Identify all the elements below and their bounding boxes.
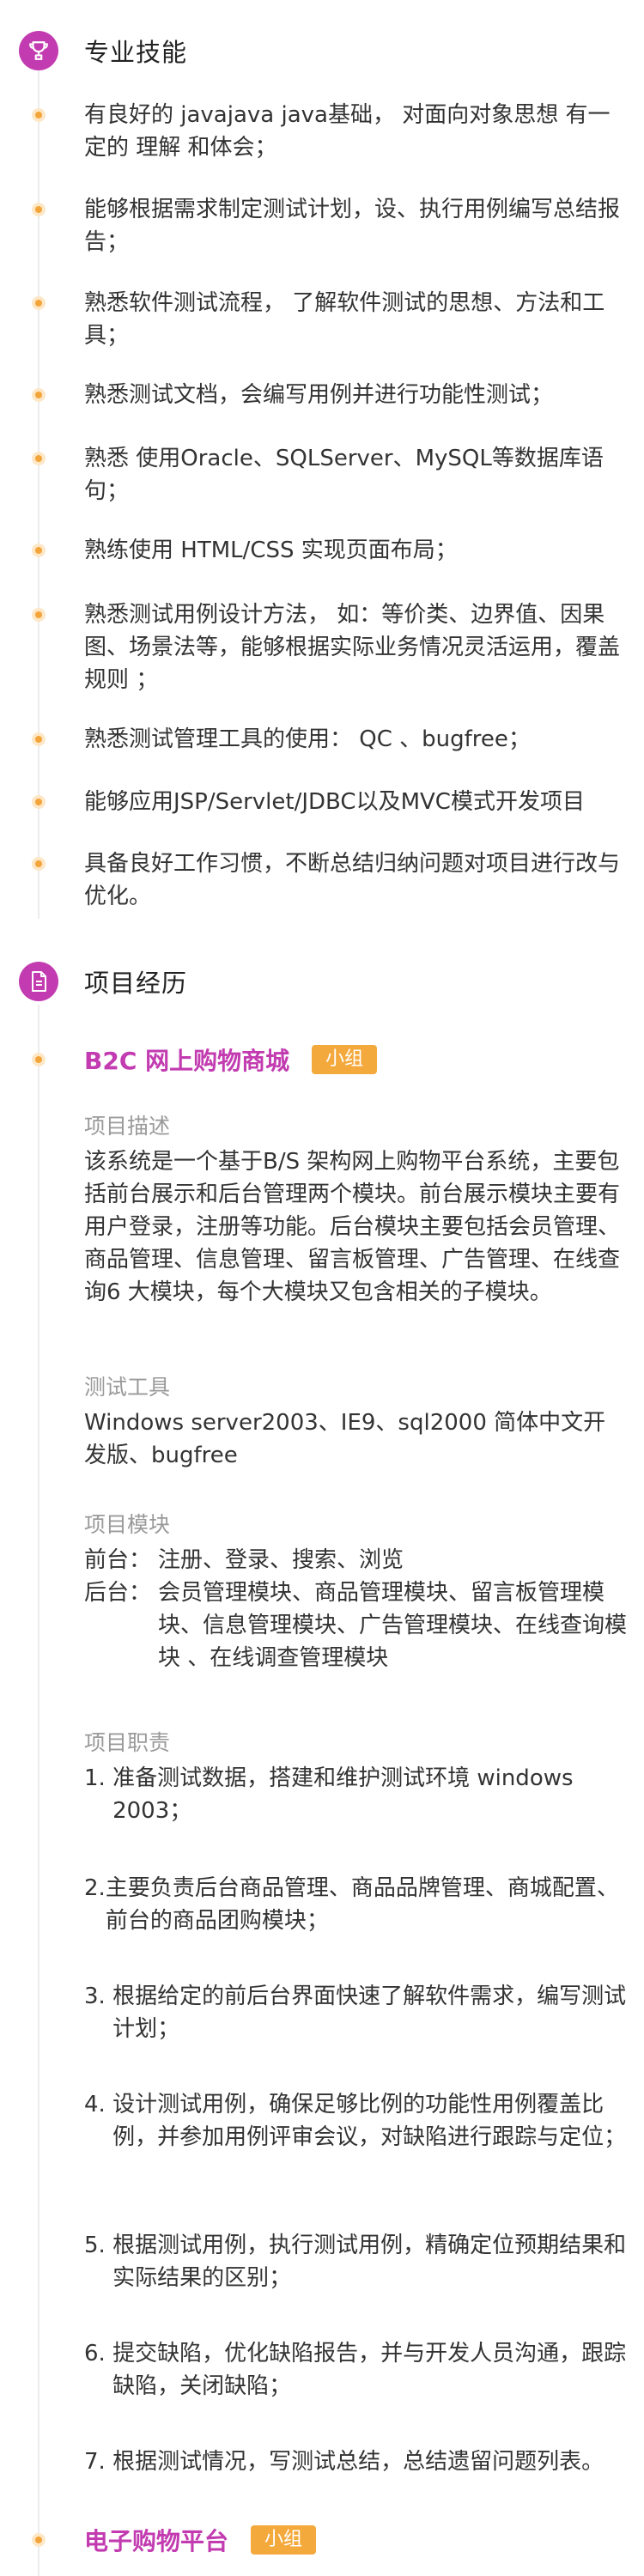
skill-item: 熟悉测试用例设计方法， 如：等价类、边界值、因果图、场景法等，能够根据实际业务情… [84,602,621,693]
duty-number: 5. [84,2233,113,2258]
duty-text: 主要负责后台商品管理、商品品牌管理、商城配置、前台的商品团购模块； [105,1875,619,1934]
timeline-line-projects [38,1005,39,2576]
skill-bullet-dot [32,388,46,402]
duty-text: 准备测试数据，搭建和维护测试环境 windows 2003； [112,1765,574,1824]
skill-bullet-dot [32,296,46,310]
duty-text: 提交缺陷，优化缺陷报告，并与开发人员沟通，跟踪缺陷，关闭缺陷； [112,2341,627,2399]
skill-item: 熟练使用 HTML/CSS 实现页面布局； [84,538,458,563]
project-title: B2C 网上购物商城 [84,1047,290,1075]
skill-item: 有良好的 javajava java基础， 对面向对象思想 有一定的 理解 和体… [84,102,611,161]
duty-item: 2. 主要负责后台商品管理、商品品牌管理、商城配置、前台的商品团购模块； [84,1872,634,1937]
skill-bullet-dot [32,857,46,871]
skill-item: 熟悉测试文档，会编写用例并进行功能性测试； [84,382,554,408]
timeline-line-skills [38,69,39,919]
skill-item: 熟悉软件测试流程， 了解软件测试的思想、方法和工具； [84,290,605,349]
skill-item: 具备良好工作习惯，不断总结归纳问题对项目进行改与优化。 [84,851,621,909]
skill-bullet-dot [32,608,46,622]
duty-text: 根据测试情况，写测试总结，总结遗留问题列表。 [112,2449,605,2475]
project-role-badge: 小组 [251,2525,317,2555]
skill-item: 能够应用JSP/Servlet/JDBC以及MVC模式开发项目 [84,789,585,815]
project-description-label: 项目描述 [84,1114,171,1139]
project-title: 电子购物平台 [84,2527,229,2555]
module-row-frontend: 前台： 注册、登录、搜索、浏览 [84,1544,627,1577]
skill-item: 能够根据需求制定测试计划，设、执行用例编写总结报告； [84,197,621,255]
test-tools-label: 测试工具 [84,1375,171,1400]
duty-number: 3. [84,1984,113,2009]
duty-text: 根据给定的前后台界面快速了解软件需求，编写测试计划； [112,1984,627,2042]
duty-item: 4. 设计测试用例，确保足够比例的功能性用例覆盖比例，并参加用例评审会议，对缺陷… [84,2088,634,2154]
module-key: 前台： [84,1547,152,1573]
projects-section-header: 项目经历 [19,960,187,1003]
resume-page: 专业技能 有良好的 javajava java基础， 对面向对象思想 有一定的 … [0,0,644,2576]
trophy-icon [19,31,58,70]
skill-bullet-dot [32,544,46,557]
duty-item: 6. 提交缺陷，优化缺陷报告，并与开发人员沟通，跟踪缺陷，关闭缺陷； [84,2337,634,2403]
duty-item: 3. 根据给定的前后台界面快速了解软件需求，编写测试计划； [84,1980,634,2045]
project-role-badge: 小组 [312,1045,378,1074]
skills-section-title: 专业技能 [84,38,188,67]
skill-item: 熟悉 使用Oracle、SQLServer、MySQL等数据库语句； [84,446,604,504]
project-header: 电子购物平台 小组 [84,2523,317,2557]
project-bullet-dot [32,1053,46,1066]
module-value: 注册、登录、搜索、浏览 [158,1547,404,1573]
project-bullet-dot [32,2533,46,2547]
duty-number: 2. [84,1875,106,1901]
test-tools: Windows server2003、IE9、sql2000 简体中文开发版、b… [84,1410,606,1468]
module-key: 后台： [84,1580,152,1606]
duty-number: 7. [84,2449,113,2475]
project-modules-label: 项目模块 [84,1512,171,1537]
duty-number: 6. [84,2341,113,2366]
duty-text: 设计测试用例，确保足够比例的功能性用例覆盖比例，并参加用例评审会议，对缺陷进行跟… [112,2092,627,2150]
project-header: B2C 网上购物商城 小组 [84,1042,378,1077]
module-row-backend: 后台： 会员管理模块、商品管理模块、留言板管理模块、信息管理模块、广告管理模块、… [84,1577,627,1674]
duty-text: 根据测试用例，执行测试用例，精确定位预期结果和实际结果的区别； [112,2233,627,2291]
skill-bullet-dot [32,795,46,809]
module-value: 会员管理模块、商品管理模块、留言板管理模块、信息管理模块、广告管理模块、在线查询… [158,1580,628,1671]
skills-section-header: 专业技能 [19,29,187,72]
skill-item: 熟悉测试管理工具的使用： QC 、bugfree； [84,726,531,752]
duty-item: 7. 根据测试情况，写测试总结，总结遗留问题列表。 [84,2445,634,2478]
project-duties-label: 项目职责 [84,1730,171,1755]
skill-bullet-dot [32,732,46,746]
duty-number: 4. [84,2092,113,2117]
skill-bullet-dot [32,452,46,465]
skill-bullet-dot [32,203,46,216]
document-icon [19,962,58,1001]
duty-item: 5. 根据测试用例，执行测试用例，精确定位预期结果和实际结果的区别； [84,2229,634,2294]
duty-number: 1. [84,1765,113,1791]
skill-bullet-dot [32,108,46,122]
project-description: 该系统是一个基于B/S 架构网上购物平台系统，主要包括前台展示和后台管理两个模块… [84,1149,621,1305]
projects-section-title: 项目经历 [84,969,188,998]
duty-item: 1. 准备测试数据，搭建和维护测试环境 windows 2003； [84,1762,634,1827]
